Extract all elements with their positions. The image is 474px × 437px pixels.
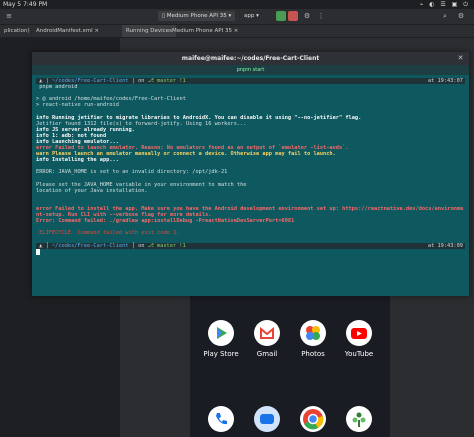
prompt-line: ◭ │ ~/codes/Free-Cart-Client │ on ⎇ mast… xyxy=(36,78,465,85)
editor-tabs: plication) AndroidManifest.xml × Running… xyxy=(0,25,474,38)
chrome-icon[interactable] xyxy=(300,406,326,432)
terminal-cursor xyxy=(36,248,40,255)
output-line: location of your Java installation. xyxy=(36,187,148,194)
app-play-store[interactable]: Play Store xyxy=(201,320,241,358)
output-line: > @ android /home/maifee/codes/Free-Cart… xyxy=(36,96,186,103)
terminal-output[interactable]: ◭ │ ~/codes/Free-Cart-Client │ on ⎇ mast… xyxy=(36,78,465,294)
settings-icon[interactable]: ⚙ xyxy=(456,11,466,21)
youtube-icon xyxy=(346,320,372,346)
system-top-bar: May 5 7:49 PM ⌁ ◐ ☰ ▣ ⏻ xyxy=(0,0,474,9)
prompt-line: ◭ │ ~/codes/Free-Cart-Client │ on ⎇ mast… xyxy=(36,242,465,249)
stop-button[interactable] xyxy=(288,11,298,21)
play-store-icon xyxy=(208,320,234,346)
output-line: ELIFECYCLE Command failed with exit code… xyxy=(36,230,180,237)
terminal-window[interactable]: maifee@maifee:~/codes/Free-Cart-Client ✕… xyxy=(32,52,469,296)
app-youtube[interactable]: YouTube xyxy=(339,320,379,358)
tab-android-manifest[interactable]: AndroidManifest.xml × xyxy=(32,25,103,37)
terminal-title: maifee@maifee:~/codes/Free-Cart-Client xyxy=(32,52,469,65)
debug-icon[interactable]: ⚙ xyxy=(302,11,312,21)
output-line: info Launching emulator... xyxy=(36,138,119,145)
output-line: info JS server already running. xyxy=(36,126,135,133)
app-gmail[interactable]: Gmail xyxy=(247,320,287,358)
run-button[interactable] xyxy=(276,11,286,21)
output-line: error Failed to install the app. Make su… xyxy=(36,205,464,212)
app-photos[interactable]: Photos xyxy=(293,320,333,358)
photos-icon xyxy=(300,320,326,346)
output-line: info 1: adb: not found xyxy=(36,132,107,139)
app-selector[interactable]: app ▾ xyxy=(240,11,263,21)
output-line: info Installing the app... xyxy=(36,157,119,164)
more-icon[interactable]: ⋮ xyxy=(316,11,326,21)
output-line: error Failed to launch emulator. Reason:… xyxy=(36,145,349,152)
system-tray[interactable]: ⌁ ◐ ☰ ▣ ⏻ xyxy=(420,0,470,9)
output-line: ERROR: JAVA_HOME is set to an invalid di… xyxy=(36,169,228,176)
ide-toolbar: ≡ ▯ Medium Phone API 35 ▾ app ▾ ⚙ ⋮ ⌕ ⚙ xyxy=(0,9,474,25)
output-line: Jetifier found 1312 file(s) to forward-j… xyxy=(36,120,247,127)
output-line: pnpm android xyxy=(36,84,78,91)
arch-icon: ◭ xyxy=(36,242,46,249)
app-icon[interactable] xyxy=(346,406,372,432)
close-icon[interactable]: ✕ xyxy=(456,54,465,63)
arch-icon: ◭ xyxy=(36,78,46,84)
tab-medium-phone[interactable]: Medium Phone API 35 × xyxy=(168,25,242,37)
terminal-tab[interactable]: pnpm start xyxy=(32,65,469,75)
output-line: nt-setup. Run CLI with --verbose flag fo… xyxy=(36,212,212,219)
output-line: > react-native run-android xyxy=(36,102,119,109)
gmail-icon xyxy=(254,320,280,346)
messages-icon[interactable] xyxy=(254,406,280,432)
output-line: warn Please launch an emulator manually … xyxy=(36,151,336,158)
tab-application[interactable]: plication) xyxy=(0,25,34,37)
search-icon[interactable]: ⌕ xyxy=(440,11,450,21)
menu-icon[interactable]: ≡ xyxy=(4,11,14,21)
output-line: Error: Command failed: ./gradlew app:ins… xyxy=(36,218,295,225)
device-selector[interactable]: ▯ Medium Phone API 35 ▾ xyxy=(158,11,236,21)
output-line: Please set the JAVA_HOME variable in you… xyxy=(36,181,247,188)
output-line: info Running jetifier to migrate librari… xyxy=(36,114,362,121)
phone-icon[interactable] xyxy=(208,406,234,432)
clock[interactable]: May 5 7:49 PM xyxy=(3,0,47,9)
